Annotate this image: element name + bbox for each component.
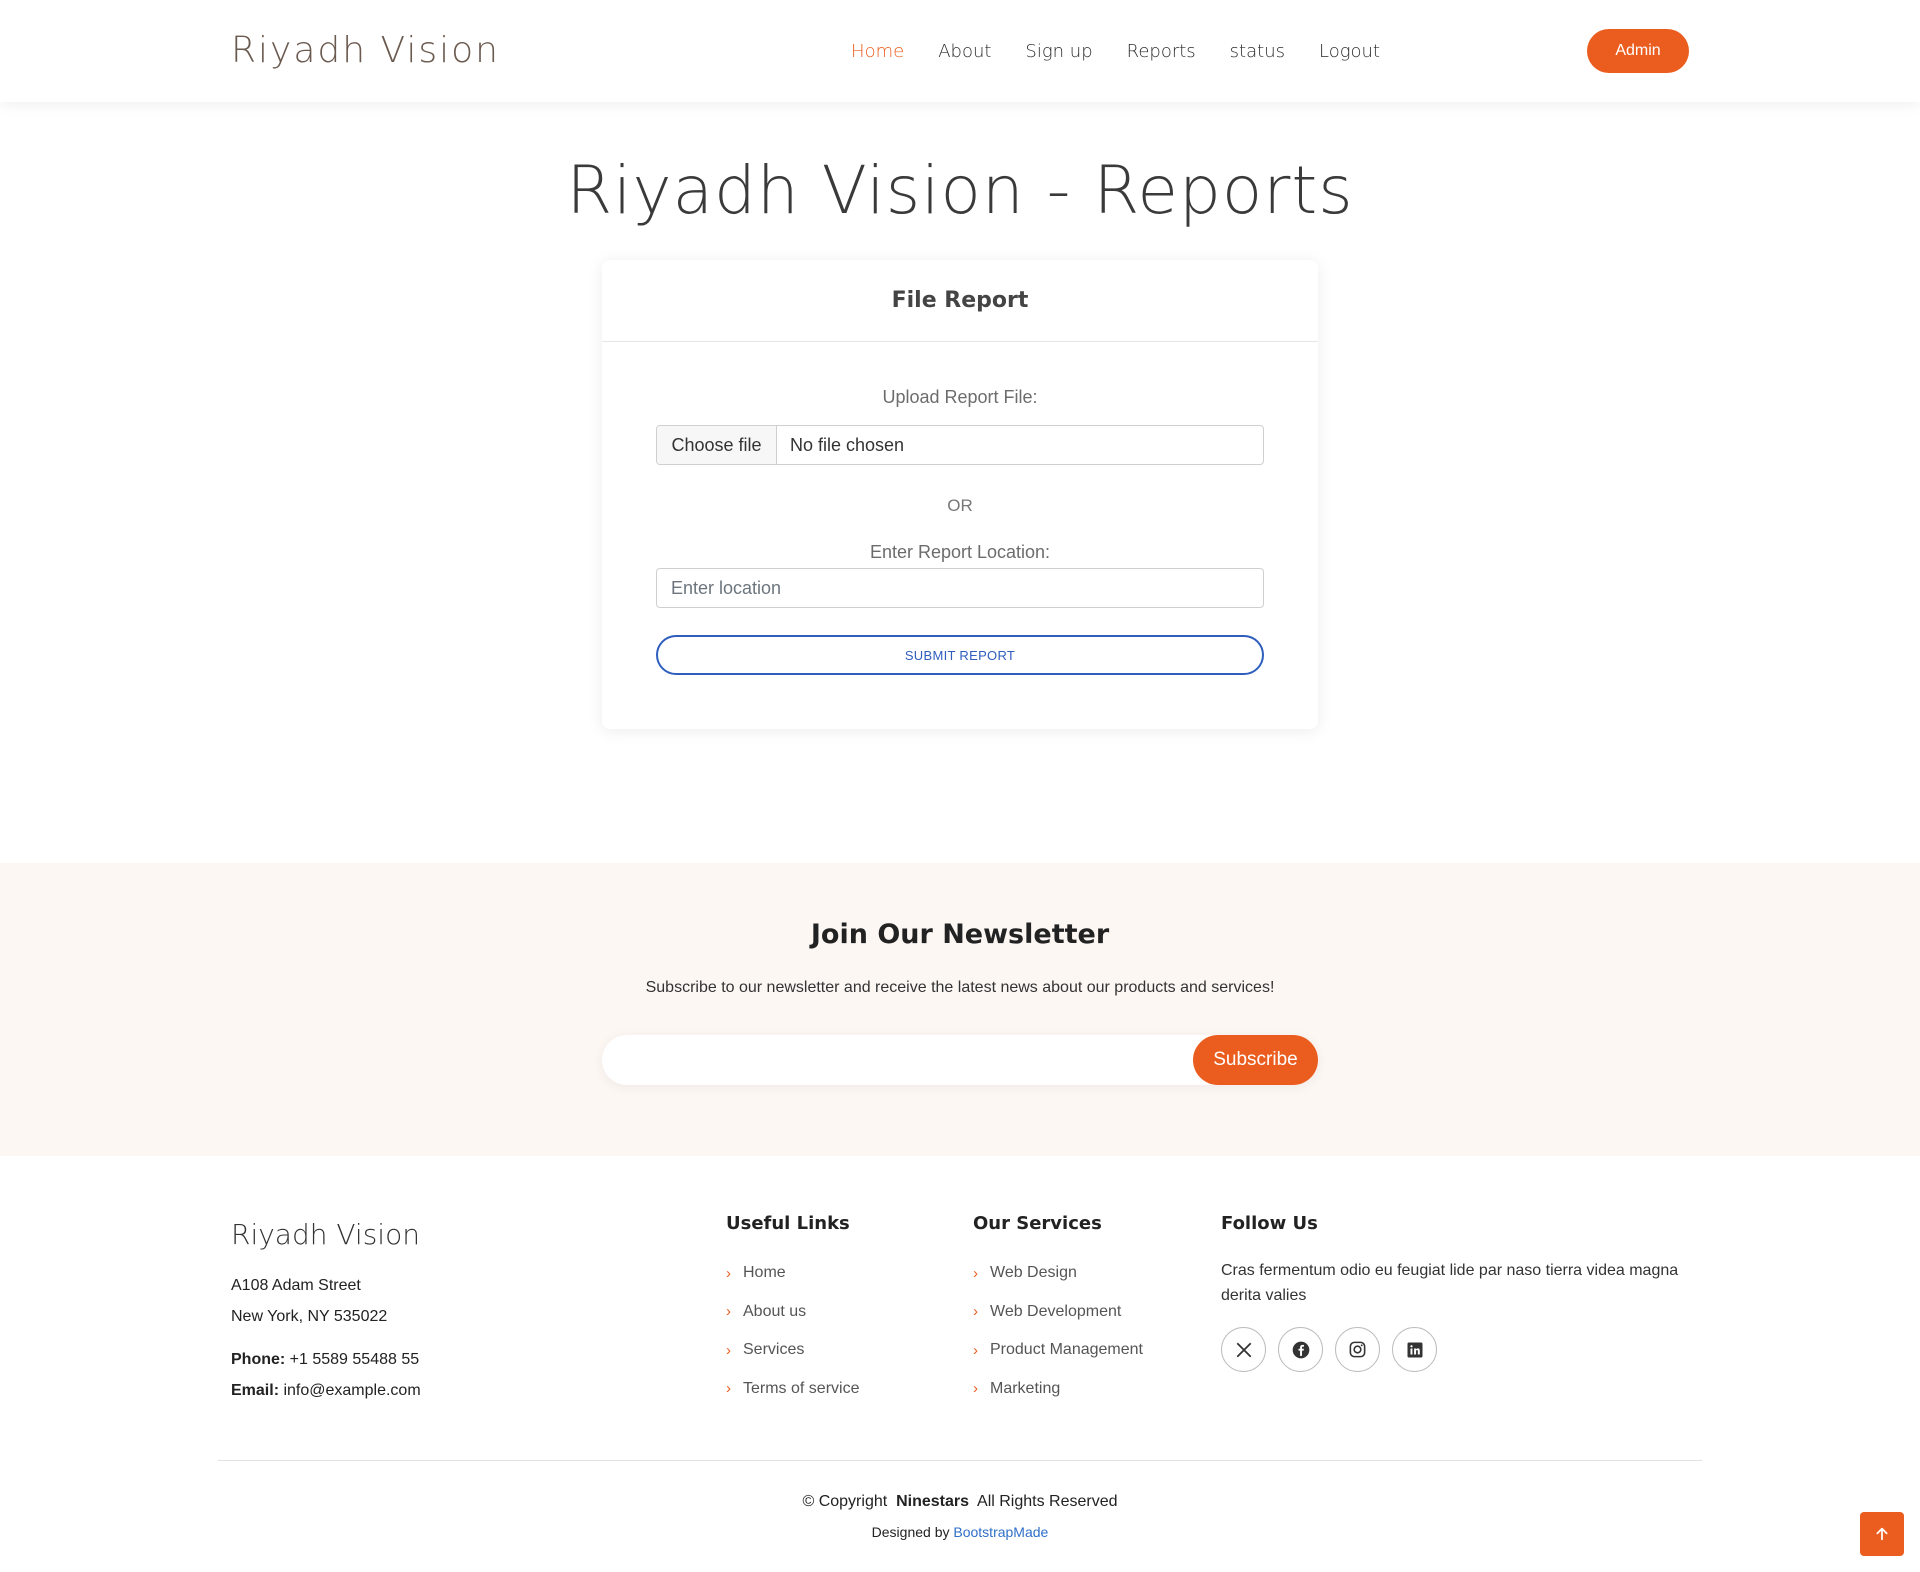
service-web-design[interactable]: › Web Design xyxy=(973,1254,1143,1293)
newsletter-section: Join Our Newsletter Subscribe to our new… xyxy=(0,863,1920,1156)
card-header: File Report xyxy=(602,260,1318,342)
newsletter-form: Subscribe xyxy=(602,1035,1318,1085)
designed-by-text: Designed by xyxy=(871,1524,950,1540)
footer-phone: Phone: +1 5589 55488 55 xyxy=(231,1351,419,1369)
company-name: Ninestars xyxy=(896,1493,969,1510)
chevron-right-icon: › xyxy=(726,1380,731,1398)
link-label: Web Design xyxy=(990,1264,1077,1282)
instagram-icon[interactable] xyxy=(1335,1327,1380,1372)
newsletter-email-input[interactable] xyxy=(602,1035,1192,1085)
chevron-right-icon: › xyxy=(726,1303,731,1321)
upload-label: Upload Report File: xyxy=(882,387,1038,407)
nav-home[interactable]: Home xyxy=(851,41,904,62)
link-label: Web Development xyxy=(990,1302,1122,1320)
file-status-text: No file chosen xyxy=(790,434,905,455)
useful-links-list: › Home › About us › Services › Terms of serv… xyxy=(726,1254,859,1408)
nav-status[interactable]: status xyxy=(1230,41,1285,62)
site-header: Riyadh Vision Home About Sign up Reports… xyxy=(0,0,1920,102)
phone-label: Phone: xyxy=(231,1351,286,1368)
copyright: © Copyright Ninestars All Rights Reserve… xyxy=(0,1493,1920,1511)
newsletter-title: Join Our Newsletter xyxy=(810,919,1110,950)
follow-text: Cras fermentum odio eu feugiat lide par … xyxy=(1221,1262,1679,1304)
chevron-right-icon: › xyxy=(973,1303,978,1321)
arrow-up-icon xyxy=(1876,1527,1888,1541)
back-to-top-button[interactable] xyxy=(1860,1512,1904,1556)
chevron-right-icon: › xyxy=(726,1264,731,1282)
copyright-prefix: © Copyright xyxy=(802,1493,888,1510)
address-line-1: A108 Adam Street xyxy=(231,1277,361,1294)
email-label: Email: xyxy=(231,1382,280,1399)
service-web-development[interactable]: › Web Development xyxy=(973,1293,1143,1332)
link-label: Product Management xyxy=(990,1341,1143,1359)
x-icon[interactable] xyxy=(1221,1327,1266,1372)
footer-logo[interactable]: Riyadh Vision xyxy=(231,1218,420,1251)
footer-link-services[interactable]: › Services xyxy=(726,1331,859,1370)
link-label: Services xyxy=(743,1341,805,1359)
nav-about[interactable]: About xyxy=(938,41,991,62)
services-title: Our Services xyxy=(973,1213,1102,1234)
admin-button[interactable]: Admin xyxy=(1587,29,1689,73)
services-list: › Web Design › Web Development › Product Ma… xyxy=(973,1254,1143,1408)
designer-link[interactable]: BootstrapMade xyxy=(953,1524,1048,1540)
phone-value: +1 5589 55488 55 xyxy=(289,1351,420,1368)
link-label: Marketing xyxy=(990,1379,1061,1397)
location-label: Enter Report Location: xyxy=(869,542,1051,562)
footer-link-home[interactable]: › Home xyxy=(726,1254,859,1293)
service-marketing[interactable]: › Marketing xyxy=(973,1370,1143,1409)
file-upload-input[interactable]: Choose file No file chosen xyxy=(656,425,1264,465)
nav-reports[interactable]: Reports xyxy=(1127,41,1196,62)
chevron-right-icon: › xyxy=(973,1341,978,1359)
link-label: About us xyxy=(743,1302,807,1320)
chevron-right-icon: › xyxy=(973,1264,978,1282)
location-input[interactable] xyxy=(656,568,1264,608)
credits: Designed by BootstrapMade xyxy=(0,1524,1920,1540)
footer-divider xyxy=(218,1460,1702,1461)
submit-report-button[interactable]: SUBMIT REPORT xyxy=(656,635,1264,675)
report-form-card: File Report Upload Report File: Choose f… xyxy=(602,260,1318,729)
subscribe-button[interactable]: Subscribe xyxy=(1193,1035,1318,1085)
email-value: info@example.com xyxy=(283,1382,421,1399)
follow-title: Follow Us xyxy=(1221,1213,1318,1234)
service-product-management[interactable]: › Product Management xyxy=(973,1331,1143,1370)
footer-link-about[interactable]: › About us xyxy=(726,1293,859,1332)
choose-file-button[interactable]: Choose file xyxy=(657,426,777,464)
useful-links-title: Useful Links xyxy=(726,1213,850,1234)
rights-text: All Rights Reserved xyxy=(977,1493,1118,1510)
main-nav: Home About Sign up Reports status Logout xyxy=(851,0,1380,102)
linkedin-icon[interactable] xyxy=(1392,1327,1437,1372)
facebook-icon[interactable] xyxy=(1278,1327,1323,1372)
chevron-right-icon: › xyxy=(726,1341,731,1359)
chevron-right-icon: › xyxy=(973,1380,978,1398)
nav-logout[interactable]: Logout xyxy=(1319,41,1380,62)
footer-link-terms[interactable]: › Terms of service xyxy=(726,1370,859,1409)
page-title: Riyadh Vision - Reports xyxy=(566,152,1354,229)
newsletter-text: Subscribe to our newsletter and receive … xyxy=(645,979,1275,996)
nav-signup[interactable]: Sign up xyxy=(1025,41,1092,62)
link-label: Home xyxy=(743,1264,786,1282)
or-separator: OR xyxy=(947,496,973,515)
site-logo[interactable]: Riyadh Vision xyxy=(231,30,500,71)
link-label: Terms of service xyxy=(743,1379,860,1397)
address-line-2: New York, NY 535022 xyxy=(231,1308,388,1325)
social-links xyxy=(1221,1327,1437,1372)
footer-email: Email: info@example.com xyxy=(231,1382,421,1400)
card-title: File Report xyxy=(891,288,1029,313)
